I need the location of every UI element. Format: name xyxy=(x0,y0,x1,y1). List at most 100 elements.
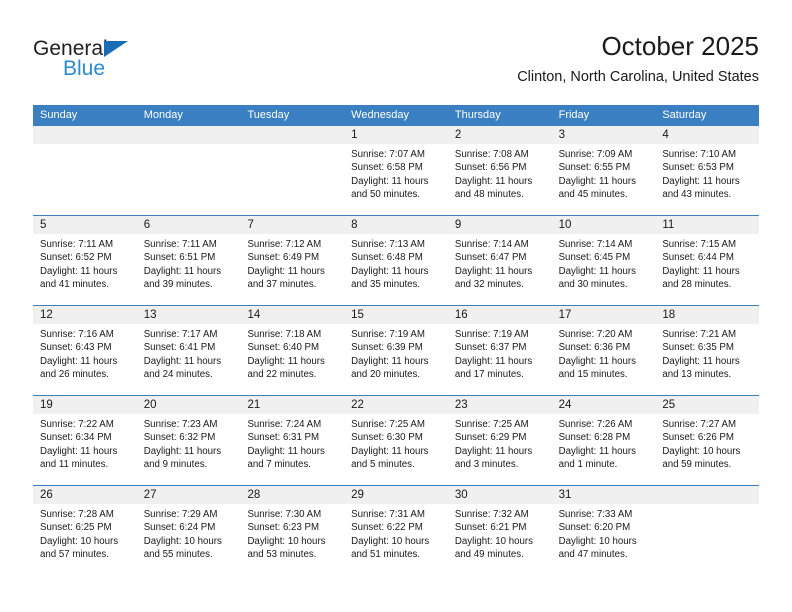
day-cell[interactable]: 2 Sunrise: 7:08 AM Sunset: 6:56 PM Dayli… xyxy=(447,126,552,215)
daylight-text-line2: and 55 minutes. xyxy=(143,548,213,560)
daylight-text-line1: Daylight: 11 hours xyxy=(558,175,636,187)
sunset-text: Sunset: 6:31 PM xyxy=(247,432,320,444)
day-cell[interactable]: 22 Sunrise: 7:25 AM Sunset: 6:30 PM Dayl… xyxy=(344,396,448,485)
day-info: Sunrise: 7:23 AM Sunset: 6:32 PM Dayligh… xyxy=(137,414,241,471)
day-cell[interactable]: 20 Sunrise: 7:23 AM Sunset: 6:32 PM Dayl… xyxy=(136,396,241,485)
day-cell[interactable]: 4 Sunrise: 7:10 AM Sunset: 6:53 PM Dayli… xyxy=(655,126,760,215)
day-cell[interactable]: 30 Sunrise: 7:32 AM Sunset: 6:21 PM Dayl… xyxy=(447,486,552,575)
day-cell[interactable]: 7 Sunrise: 7:12 AM Sunset: 6:49 PM Dayli… xyxy=(240,216,345,305)
blue-triangle-icon xyxy=(104,41,128,57)
daylight-text-line1: Daylight: 11 hours xyxy=(40,265,118,277)
day-cell[interactable]: 26 Sunrise: 7:28 AM Sunset: 6:25 PM Dayl… xyxy=(33,486,137,575)
day-cell[interactable]: 16 Sunrise: 7:19 AM Sunset: 6:37 PM Dayl… xyxy=(447,306,552,395)
daylight-text-line1: Daylight: 11 hours xyxy=(662,265,740,277)
sunset-text: Sunset: 6:36 PM xyxy=(558,342,631,354)
daylight-text-line1: Daylight: 11 hours xyxy=(454,355,533,367)
day-number: 14 xyxy=(240,306,345,324)
day-cell[interactable] xyxy=(655,486,760,575)
day-cell[interactable]: 21 Sunrise: 7:24 AM Sunset: 6:31 PM Dayl… xyxy=(240,396,345,485)
day-info: Sunrise: 7:20 AM Sunset: 6:36 PM Dayligh… xyxy=(552,324,656,381)
day-info: Sunrise: 7:14 AM Sunset: 6:47 PM Dayligh… xyxy=(448,234,552,291)
daylight-text-line2: and 41 minutes. xyxy=(40,278,109,290)
day-cell[interactable]: 5 Sunrise: 7:11 AM Sunset: 6:52 PM Dayli… xyxy=(33,216,137,305)
daylight-text-line1: Daylight: 11 hours xyxy=(247,265,325,277)
sunrise-text: Sunrise: 7:11 AM xyxy=(40,239,114,250)
weekday-sunday: Sunday xyxy=(40,109,78,121)
sunrise-text: Sunrise: 7:10 AM xyxy=(662,149,737,160)
daylight-text-line2: and 5 minutes. xyxy=(351,458,415,470)
day-info: Sunrise: 7:14 AM Sunset: 6:45 PM Dayligh… xyxy=(552,234,656,291)
day-number: 30 xyxy=(447,486,552,504)
day-cell[interactable]: 14 Sunrise: 7:18 AM Sunset: 6:40 PM Dayl… xyxy=(240,306,345,395)
day-number: 12 xyxy=(33,306,137,324)
day-info: Sunrise: 7:33 AM Sunset: 6:20 PM Dayligh… xyxy=(552,504,656,561)
sunrise-text: Sunrise: 7:21 AM xyxy=(662,329,737,340)
sunset-text: Sunset: 6:48 PM xyxy=(351,252,423,264)
daylight-text-line1: Daylight: 11 hours xyxy=(351,355,429,367)
day-number: 25 xyxy=(655,396,760,414)
day-cell[interactable]: 10 Sunrise: 7:14 AM Sunset: 6:45 PM Dayl… xyxy=(551,216,656,305)
sunset-text: Sunset: 6:28 PM xyxy=(558,432,631,444)
sunset-text: Sunset: 6:37 PM xyxy=(454,342,527,354)
day-info: Sunrise: 7:13 AM Sunset: 6:48 PM Dayligh… xyxy=(344,234,448,291)
day-cell[interactable]: 31 Sunrise: 7:33 AM Sunset: 6:20 PM Dayl… xyxy=(551,486,656,575)
calendar-grid: Sunday Monday Tuesday Wednesday Thursday… xyxy=(33,105,760,575)
day-cell[interactable]: 8 Sunrise: 7:13 AM Sunset: 6:48 PM Dayli… xyxy=(344,216,448,305)
day-cell[interactable]: 18 Sunrise: 7:21 AM Sunset: 6:35 PM Dayl… xyxy=(655,306,760,395)
weekday-header-row: Sunday Monday Tuesday Wednesday Thursday… xyxy=(33,105,759,125)
sunrise-text: Sunrise: 7:12 AM xyxy=(247,239,322,250)
daylight-text-line2: and 13 minutes. xyxy=(662,368,732,380)
day-cell[interactable] xyxy=(136,126,241,215)
daylight-text-line2: and 53 minutes. xyxy=(247,548,317,560)
general-blue-logo[interactable]: General Blue xyxy=(33,38,253,94)
day-info: Sunrise: 7:30 AM Sunset: 6:23 PM Dayligh… xyxy=(240,504,344,561)
day-number: 26 xyxy=(33,486,137,504)
sunset-text: Sunset: 6:52 PM xyxy=(40,252,112,264)
day-cell[interactable]: 27 Sunrise: 7:29 AM Sunset: 6:24 PM Dayl… xyxy=(136,486,241,575)
day-info xyxy=(240,144,344,148)
sunrise-text: Sunrise: 7:32 AM xyxy=(454,509,529,520)
day-cell[interactable]: 19 Sunrise: 7:22 AM Sunset: 6:34 PM Dayl… xyxy=(33,396,137,485)
day-cell[interactable] xyxy=(33,126,137,215)
day-number xyxy=(136,126,241,144)
day-cell[interactable]: 12 Sunrise: 7:16 AM Sunset: 6:43 PM Dayl… xyxy=(33,306,137,395)
day-cell[interactable] xyxy=(240,126,345,215)
day-cell[interactable]: 17 Sunrise: 7:20 AM Sunset: 6:36 PM Dayl… xyxy=(551,306,656,395)
daylight-text-line1: Daylight: 11 hours xyxy=(558,445,636,457)
daylight-text-line2: and 3 minutes. xyxy=(454,458,519,470)
daylight-text-line2: and 39 minutes. xyxy=(143,278,213,290)
sunset-text: Sunset: 6:58 PM xyxy=(351,162,423,174)
daylight-text-line1: Daylight: 11 hours xyxy=(40,355,118,367)
day-cell[interactable]: 24 Sunrise: 7:26 AM Sunset: 6:28 PM Dayl… xyxy=(551,396,656,485)
daylight-text-line2: and 37 minutes. xyxy=(247,278,317,290)
sunrise-text: Sunrise: 7:31 AM xyxy=(351,509,425,520)
day-cell[interactable]: 11 Sunrise: 7:15 AM Sunset: 6:44 PM Dayl… xyxy=(655,216,760,305)
daylight-text-line1: Daylight: 11 hours xyxy=(351,445,429,457)
sunrise-text: Sunrise: 7:19 AM xyxy=(351,329,425,340)
sunset-text: Sunset: 6:47 PM xyxy=(454,252,527,264)
day-info: Sunrise: 7:10 AM Sunset: 6:53 PM Dayligh… xyxy=(655,144,759,201)
day-cell[interactable]: 6 Sunrise: 7:11 AM Sunset: 6:51 PM Dayli… xyxy=(136,216,241,305)
daylight-text-line1: Daylight: 11 hours xyxy=(558,355,636,367)
day-cell[interactable]: 28 Sunrise: 7:30 AM Sunset: 6:23 PM Dayl… xyxy=(240,486,345,575)
day-cell[interactable]: 15 Sunrise: 7:19 AM Sunset: 6:39 PM Dayl… xyxy=(344,306,448,395)
daylight-text-line1: Daylight: 11 hours xyxy=(662,355,740,367)
day-cell[interactable]: 29 Sunrise: 7:31 AM Sunset: 6:22 PM Dayl… xyxy=(344,486,448,575)
day-cell[interactable]: 13 Sunrise: 7:17 AM Sunset: 6:41 PM Dayl… xyxy=(136,306,241,395)
day-number: 2 xyxy=(447,126,552,144)
day-cell[interactable]: 3 Sunrise: 7:09 AM Sunset: 6:55 PM Dayli… xyxy=(551,126,656,215)
daylight-text-line1: Daylight: 11 hours xyxy=(558,265,636,277)
calendar-page: General Blue October 2025 Clinton, North… xyxy=(0,0,792,612)
day-number: 29 xyxy=(344,486,448,504)
sunset-text: Sunset: 6:51 PM xyxy=(143,252,216,264)
day-cell[interactable]: 1 Sunrise: 7:07 AM Sunset: 6:58 PM Dayli… xyxy=(344,126,448,215)
daylight-text-line1: Daylight: 10 hours xyxy=(40,535,119,547)
day-cell[interactable]: 9 Sunrise: 7:14 AM Sunset: 6:47 PM Dayli… xyxy=(447,216,552,305)
day-number: 13 xyxy=(136,306,241,324)
sunrise-text: Sunrise: 7:15 AM xyxy=(662,239,737,250)
daylight-text-line1: Daylight: 10 hours xyxy=(351,535,430,547)
day-info: Sunrise: 7:31 AM Sunset: 6:22 PM Dayligh… xyxy=(344,504,448,561)
day-cell[interactable]: 23 Sunrise: 7:25 AM Sunset: 6:29 PM Dayl… xyxy=(447,396,552,485)
daylight-text-line1: Daylight: 11 hours xyxy=(351,175,429,187)
day-cell[interactable]: 25 Sunrise: 7:27 AM Sunset: 6:26 PM Dayl… xyxy=(655,396,760,485)
